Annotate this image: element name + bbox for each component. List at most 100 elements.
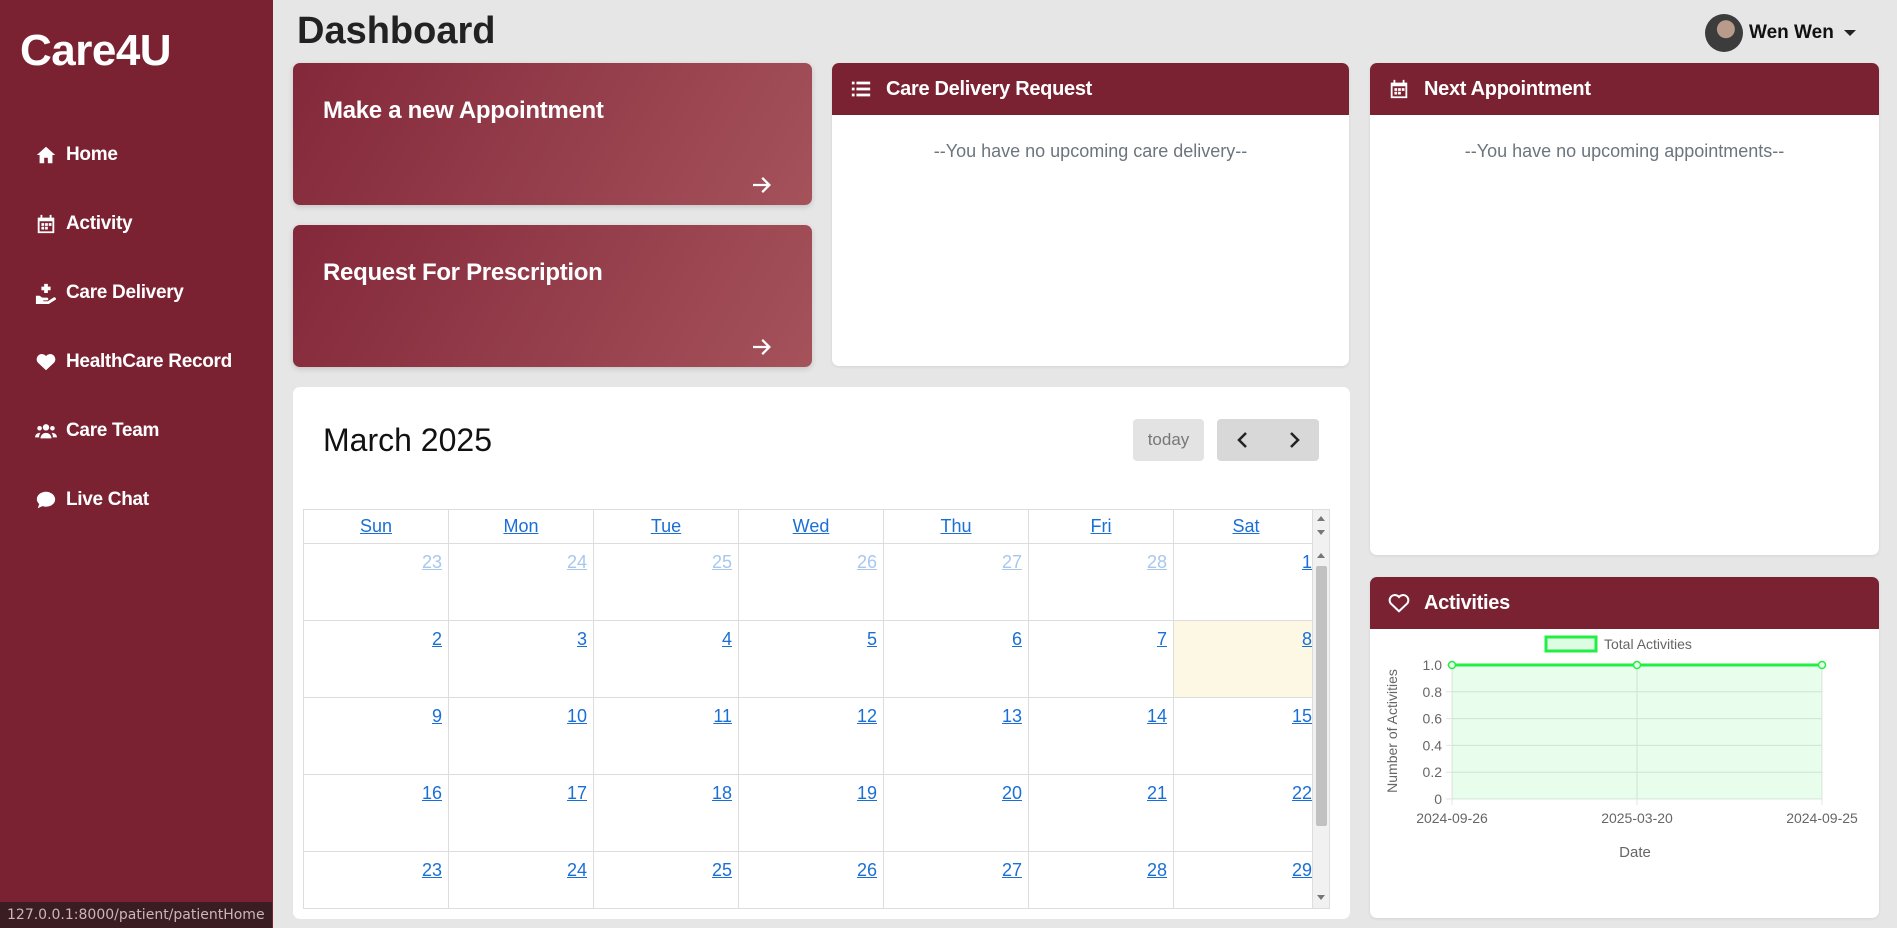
calendar-day[interactable]: 27 bbox=[884, 544, 1029, 620]
scroll-down-icon bbox=[1317, 530, 1325, 535]
calendar-day[interactable]: 1 bbox=[1174, 544, 1319, 620]
calendar-day[interactable]: 22 bbox=[1174, 775, 1319, 851]
calendar-day[interactable]: 24 bbox=[449, 544, 594, 620]
data-point[interactable] bbox=[1447, 660, 1457, 670]
calendar-day[interactable]: 29 bbox=[1174, 852, 1319, 908]
next-appointment-panel: Next Appointment --You have no upcoming … bbox=[1370, 63, 1879, 555]
heart-outline-icon bbox=[1388, 592, 1410, 614]
dow-fri[interactable]: Fri bbox=[1029, 510, 1174, 543]
calendar-week: 2 3 4 5 6 7 8 bbox=[304, 621, 1329, 698]
calendar-week: 23 24 25 26 27 28 1 bbox=[304, 544, 1329, 621]
y-tick-label: 1.0 bbox=[1423, 657, 1443, 673]
sidebar-item-healthcare-record[interactable]: HealthCare Record bbox=[34, 327, 232, 396]
calendar-day[interactable]: 4 bbox=[594, 621, 739, 697]
calendar-day[interactable]: 12 bbox=[739, 698, 884, 774]
calendar-day[interactable]: 6 bbox=[884, 621, 1029, 697]
scroll-up-icon bbox=[1317, 553, 1325, 558]
request-prescription-card[interactable]: Request For Prescription bbox=[293, 225, 812, 367]
sidebar-item-label: HealthCare Record bbox=[66, 350, 232, 372]
page-title: Dashboard bbox=[297, 10, 496, 52]
calendar-day-today[interactable]: 8 bbox=[1174, 621, 1319, 697]
dow-thu[interactable]: Thu bbox=[884, 510, 1029, 543]
calendar-day[interactable]: 9 bbox=[304, 698, 449, 774]
calendar-day[interactable]: 28 bbox=[1029, 544, 1174, 620]
calendar-day[interactable]: 18 bbox=[594, 775, 739, 851]
calendar-icon bbox=[1388, 78, 1410, 100]
calendar-day[interactable]: 13 bbox=[884, 698, 1029, 774]
user-name: Wen Wen bbox=[1749, 22, 1834, 43]
activities-header: Activities bbox=[1370, 577, 1879, 629]
y-tick-label: 0.4 bbox=[1423, 737, 1443, 753]
brand-logo[interactable]: Care4U bbox=[20, 26, 172, 76]
calendar-title: March 2025 bbox=[323, 422, 492, 458]
dow-wed[interactable]: Wed bbox=[739, 510, 884, 543]
dow-tue[interactable]: Tue bbox=[594, 510, 739, 543]
sidebar-item-care-team[interactable]: Care Team bbox=[34, 396, 232, 465]
prev-month-button[interactable] bbox=[1217, 419, 1268, 461]
calendar-day[interactable]: 28 bbox=[1029, 852, 1174, 908]
sidebar-item-label: Live Chat bbox=[66, 488, 149, 510]
calendar-day[interactable]: 25 bbox=[594, 852, 739, 908]
dow-mon[interactable]: Mon bbox=[449, 510, 594, 543]
chart-area-fill bbox=[1452, 665, 1822, 799]
activities-chart: Total Activities 0 0.2 0.4 0.6 0.8 1.0 2024-0… bbox=[1384, 635, 1858, 861]
calendar-day[interactable]: 3 bbox=[449, 621, 594, 697]
list-icon bbox=[850, 78, 872, 100]
next-appointment-title: Next Appointment bbox=[1424, 77, 1591, 100]
dow-sun[interactable]: Sun bbox=[304, 510, 449, 543]
activities-panel: Activities Total Activities 0 0.2 0.4 0.6 0.… bbox=[1370, 577, 1879, 918]
scrollbar-thumb[interactable] bbox=[1316, 566, 1327, 826]
calendar-day[interactable]: 23 bbox=[304, 544, 449, 620]
calendar-day[interactable]: 7 bbox=[1029, 621, 1174, 697]
calendar-panel: March 2025 today Sun Mon Tue Wed Thu Fri… bbox=[293, 387, 1350, 919]
sidebar-item-live-chat[interactable]: Live Chat bbox=[34, 465, 232, 534]
calendar-scrollbar[interactable] bbox=[1312, 510, 1329, 908]
home-icon bbox=[34, 143, 58, 167]
calendar-week: 9 10 11 12 13 14 15 bbox=[304, 698, 1329, 775]
make-appointment-label: Make a new Appointment bbox=[323, 97, 604, 124]
scroll-up-icon bbox=[1317, 516, 1325, 521]
sidebar-item-care-delivery[interactable]: Care Delivery bbox=[34, 258, 232, 327]
calendar-day[interactable]: 2 bbox=[304, 621, 449, 697]
calendar-day[interactable]: 19 bbox=[739, 775, 884, 851]
calendar-day[interactable]: 10 bbox=[449, 698, 594, 774]
make-appointment-card[interactable]: Make a new Appointment bbox=[293, 63, 812, 205]
calendar-grid: Sun Mon Tue Wed Thu Fri Sat 23 24 25 26 … bbox=[303, 509, 1330, 909]
sidebar-item-activity[interactable]: Activity bbox=[34, 189, 232, 258]
y-tick-label: 0 bbox=[1434, 791, 1442, 807]
legend-swatch bbox=[1544, 635, 1598, 653]
calendar-day[interactable]: 24 bbox=[449, 852, 594, 908]
care-delivery-title: Care Delivery Request bbox=[886, 77, 1093, 100]
calendar-day[interactable]: 26 bbox=[739, 852, 884, 908]
calendar-day[interactable]: 15 bbox=[1174, 698, 1319, 774]
dow-sat[interactable]: Sat bbox=[1174, 510, 1319, 543]
calendar-day[interactable]: 21 bbox=[1029, 775, 1174, 851]
calendar-day[interactable]: 26 bbox=[739, 544, 884, 620]
today-button[interactable]: today bbox=[1133, 419, 1204, 461]
data-point[interactable] bbox=[1632, 660, 1642, 670]
chat-icon bbox=[34, 488, 58, 512]
y-tick-label: 0.2 bbox=[1423, 764, 1443, 780]
calendar-day[interactable]: 17 bbox=[449, 775, 594, 851]
next-month-button[interactable] bbox=[1268, 419, 1319, 461]
x-tick-label: 2024-09-25 bbox=[1786, 810, 1858, 826]
calendar-day[interactable]: 16 bbox=[304, 775, 449, 851]
caret-down-icon bbox=[1843, 30, 1856, 36]
calendar-day[interactable]: 25 bbox=[594, 544, 739, 620]
care-delivery-empty-message: --You have no upcoming care delivery-- bbox=[933, 141, 1248, 161]
sidebar-item-label: Home bbox=[66, 143, 118, 165]
calendar-icon bbox=[34, 212, 58, 236]
sidebar-item-home[interactable]: Home bbox=[34, 120, 232, 189]
calendar-day[interactable]: 20 bbox=[884, 775, 1029, 851]
calendar-day[interactable]: 14 bbox=[1029, 698, 1174, 774]
calendar-day[interactable]: 27 bbox=[884, 852, 1029, 908]
calendar-day[interactable]: 11 bbox=[594, 698, 739, 774]
care-delivery-header: Care Delivery Request bbox=[832, 63, 1349, 115]
data-point[interactable] bbox=[1817, 660, 1827, 670]
user-menu[interactable]: Wen Wen bbox=[1705, 14, 1856, 52]
calendar-day[interactable]: 23 bbox=[304, 852, 449, 908]
calendar-day[interactable]: 5 bbox=[739, 621, 884, 697]
hand-holding-medical-icon bbox=[34, 281, 58, 305]
y-tick-label: 0.8 bbox=[1423, 684, 1443, 700]
chevron-left-icon bbox=[1236, 432, 1247, 448]
